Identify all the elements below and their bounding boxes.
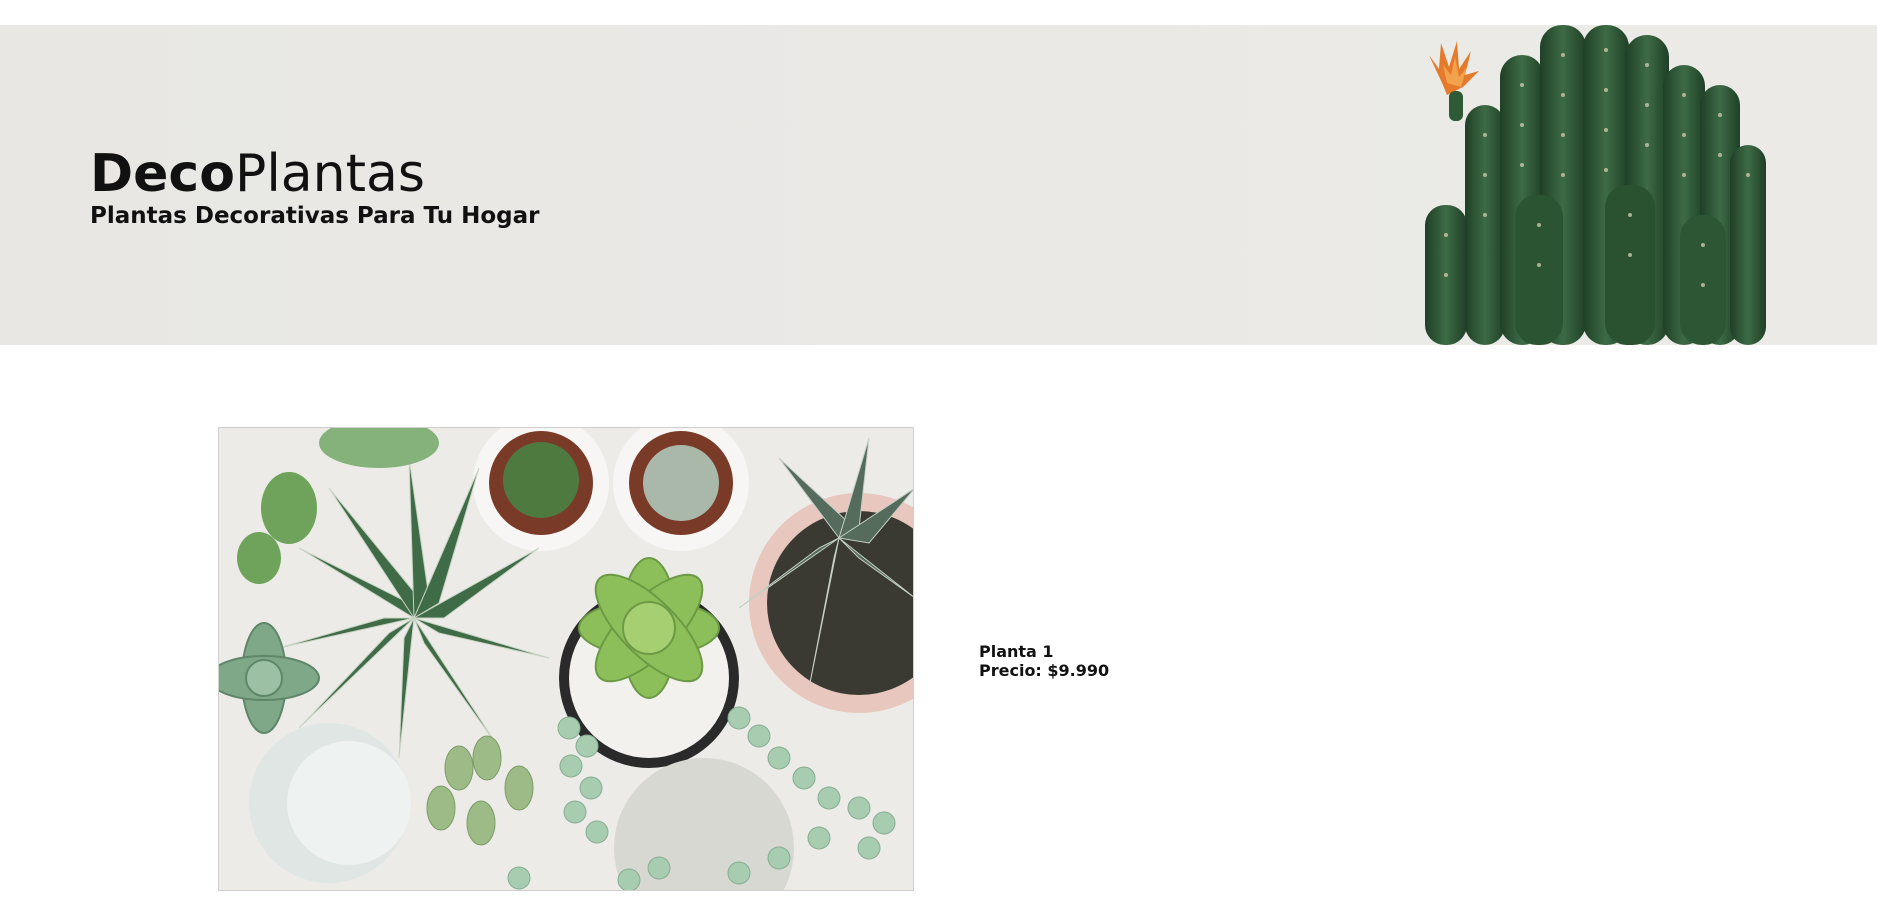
site-title[interactable]: DecoPlantas bbox=[90, 145, 539, 203]
product-info: Planta 1 Precio: $9.990 bbox=[979, 642, 1109, 680]
product-image[interactable] bbox=[218, 427, 914, 891]
site-subtitle: Plantas Decorativas Para Tu Hogar bbox=[90, 203, 540, 229]
product-price: Precio: $9.990 bbox=[979, 661, 1110, 680]
site-header: DecoPlantas Plantas Decorativas Para Tu … bbox=[0, 25, 1877, 345]
cactus-hero-image bbox=[1425, 25, 1766, 345]
succulents-image bbox=[219, 428, 913, 890]
brand: DecoPlantas Plantas Decorativas Para Tu … bbox=[90, 145, 539, 231]
product-name[interactable]: Planta 1 bbox=[979, 642, 1109, 661]
cactus-flower bbox=[1429, 41, 1479, 121]
site-title-bold: Deco bbox=[90, 144, 235, 204]
site-title-light: Plantas bbox=[234, 144, 425, 204]
